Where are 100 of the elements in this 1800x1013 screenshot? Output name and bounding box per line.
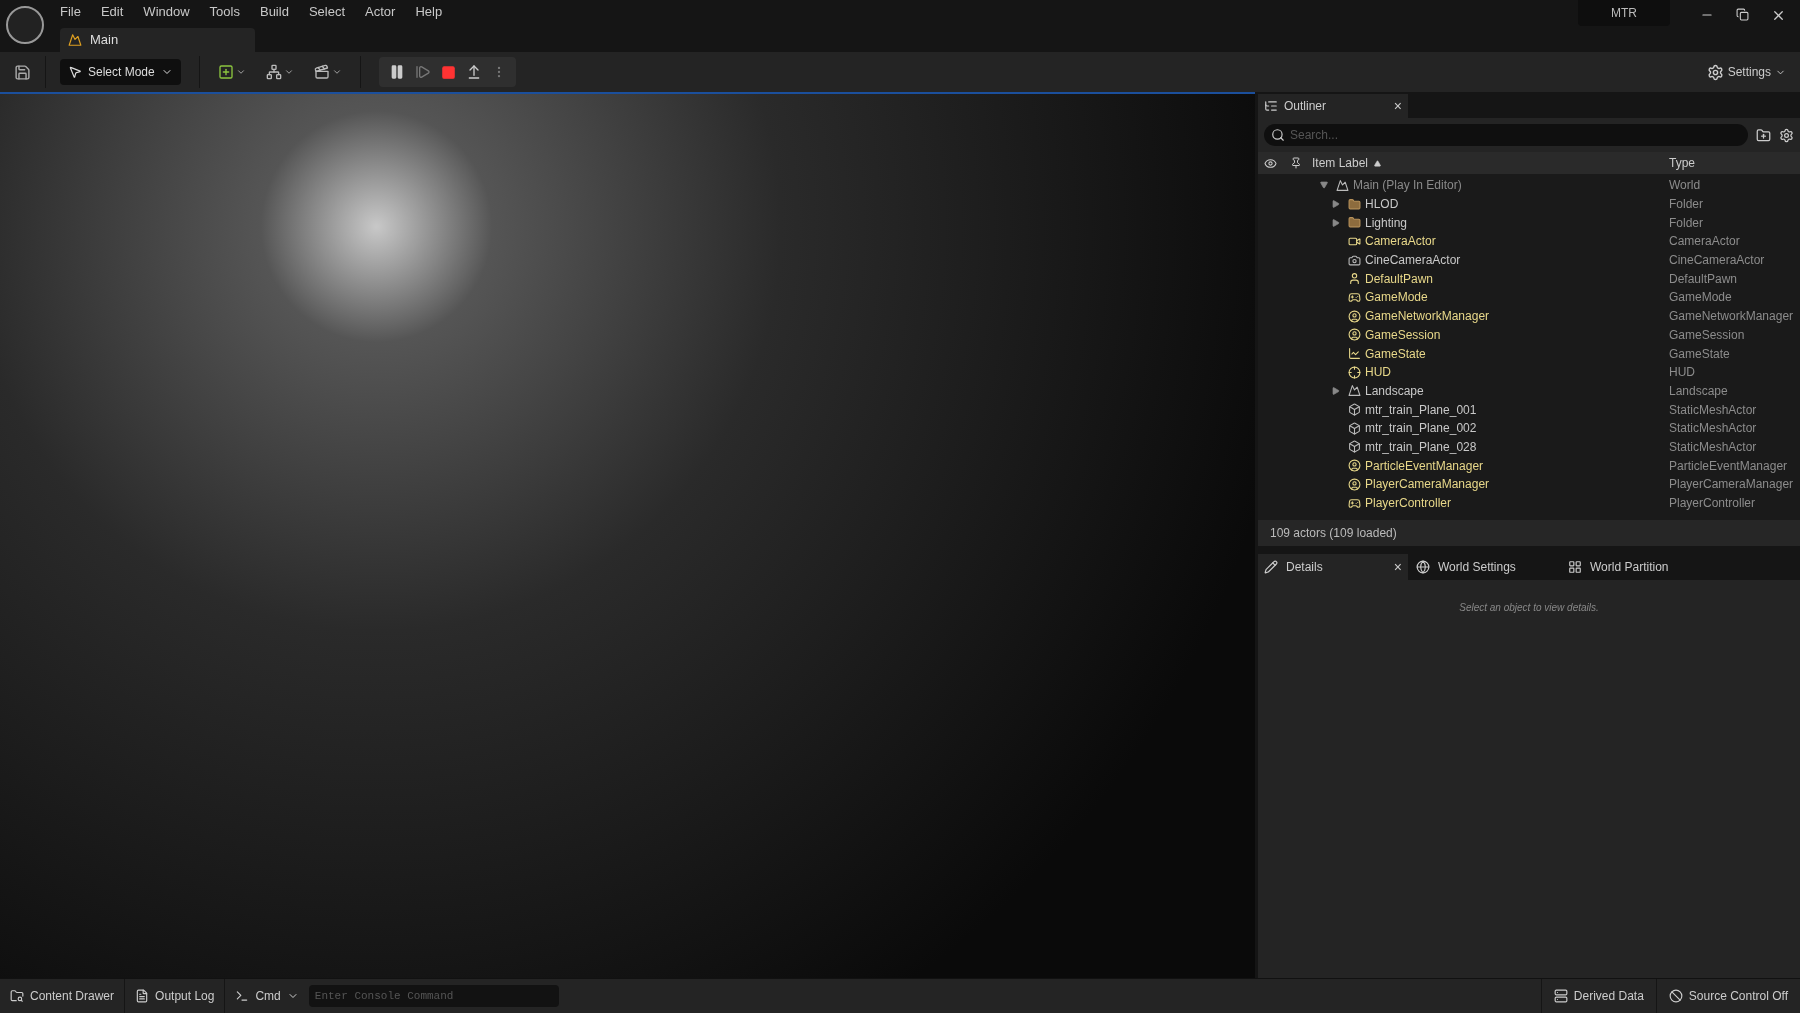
search-icon: [1271, 128, 1285, 142]
level-tab[interactable]: Main: [60, 28, 255, 52]
actor-info-icon: [1348, 309, 1361, 323]
menu-item[interactable]: File: [50, 2, 91, 22]
outliner-item-label[interactable]: GameSession: [1365, 325, 1441, 344]
menu-item[interactable]: Window: [133, 2, 200, 22]
outliner-item-label[interactable]: PlayerController: [1365, 494, 1452, 513]
outliner-tab[interactable]: Outliner ×: [1258, 94, 1408, 118]
globe-icon: [1416, 560, 1430, 574]
step-icon[interactable]: [414, 64, 431, 80]
outliner-item-label[interactable]: mtr_train_Plane_001: [1365, 400, 1477, 419]
settings-dropdown[interactable]: Settings: [1706, 63, 1786, 81]
pin-icon[interactable]: [1289, 157, 1302, 169]
panel-tab[interactable]: Details ×: [1258, 554, 1408, 580]
type-cell-text: GameState: [1668, 345, 1730, 363]
outliner-item-label[interactable]: mtr_train_Plane_028: [1365, 437, 1477, 456]
derived-data-button[interactable]: Derived Data: [1540, 979, 1656, 1013]
outliner-item-label[interactable]: HUD: [1365, 363, 1391, 382]
menu-item[interactable]: Edit: [90, 2, 134, 22]
type-cell-text: GameMode: [1668, 289, 1732, 307]
outliner-item-label[interactable]: Lighting: [1365, 213, 1408, 232]
menu-item[interactable]: Tools: [199, 2, 250, 22]
add-actor-dropdown[interactable]: [217, 64, 246, 80]
select-mode-dropdown[interactable]: Select Mode: [60, 59, 181, 85]
source-control-button[interactable]: Source Control Off: [1655, 979, 1800, 1013]
cinematics-dropdown[interactable]: [313, 64, 342, 80]
type-cell-text: HUD: [1668, 364, 1695, 382]
caret-icon: [235, 67, 246, 77]
caret-icon: [331, 67, 342, 77]
actor-info-icon: [1348, 328, 1361, 342]
expand-arrow-icon[interactable]: [1332, 218, 1340, 227]
menu-item[interactable]: Actor: [355, 2, 406, 22]
outliner-item-label[interactable]: GameMode: [1365, 288, 1428, 307]
empty-details-message: Select an object to view details.: [1459, 601, 1599, 614]
landscape-icon: [1336, 178, 1349, 192]
cube-icon: [1348, 403, 1361, 417]
type-cell-text: Folder: [1668, 214, 1703, 232]
visibility-icon[interactable]: [1264, 156, 1277, 170]
folder-icon: [1348, 197, 1361, 211]
close-icon[interactable]: [1771, 8, 1786, 23]
save-icon[interactable]: [14, 63, 31, 81]
column-header[interactable]: Item Label: [1308, 154, 1663, 172]
outliner-item-label[interactable]: Main (Play In Editor): [1353, 176, 1462, 195]
outliner-item-label[interactable]: CineCameraActor: [1365, 251, 1461, 270]
type-cell-text: PlayerController: [1668, 495, 1756, 513]
type-cell-text: CineCameraActor: [1668, 252, 1765, 270]
expand-arrow-icon[interactable]: [1332, 200, 1340, 209]
type-cell-text: DefaultPawn: [1668, 270, 1738, 288]
gamepad-icon: [1348, 496, 1361, 510]
restore-icon[interactable]: [1736, 8, 1749, 21]
movie-camera-icon: [1348, 253, 1361, 267]
outliner-item-label[interactable]: CameraActor: [1365, 232, 1436, 251]
type-cell-text: CameraActor: [1668, 233, 1740, 251]
cmd-dropdown[interactable]: Cmd: [225, 979, 309, 1013]
outliner-item-label[interactable]: Landscape: [1365, 381, 1424, 400]
actor-count: 109 actors (109 loaded): [1258, 520, 1800, 546]
engine-logo: [6, 6, 44, 44]
expand-arrow-icon[interactable]: [1332, 386, 1340, 395]
chart-icon: [1348, 347, 1361, 361]
cube-icon: [1348, 421, 1361, 435]
content-drawer-button[interactable]: Content Drawer: [0, 979, 126, 1013]
outliner-item-label[interactable]: mtr_train_Plane_002: [1365, 419, 1477, 438]
terminal-icon: [235, 989, 250, 1003]
node-graph-icon: [265, 64, 282, 80]
sort-arrow-icon: [1374, 159, 1382, 167]
caret-icon: [283, 67, 294, 77]
outliner-item-label[interactable]: ParticleEventManager: [1365, 456, 1484, 475]
type-cell-text: StaticMeshActor: [1668, 420, 1757, 438]
cursor-icon: [68, 65, 82, 79]
plus-icon: [217, 64, 234, 80]
prohibited-icon: [1668, 989, 1683, 1003]
type-cell-text: StaticMeshActor: [1668, 438, 1757, 456]
stop-icon[interactable]: [440, 64, 456, 80]
settings-icon[interactable]: [1779, 127, 1794, 143]
clapperboard-icon: [313, 64, 330, 80]
outliner-item-label[interactable]: DefaultPawn: [1365, 269, 1434, 288]
console-input[interactable]: Enter Console Command: [308, 985, 559, 1007]
type-cell-text: GameNetworkManager: [1668, 308, 1794, 326]
pawn-icon: [1348, 272, 1361, 286]
outliner-item-label[interactable]: GameNetworkManager: [1365, 307, 1490, 326]
mountain-icon: [1348, 384, 1361, 398]
grid-icon: [1568, 560, 1582, 574]
blueprint-dropdown[interactable]: [265, 64, 294, 80]
output-log-button[interactable]: Output Log: [125, 979, 226, 1013]
project-name: MTR: [1578, 0, 1670, 26]
new-folder-icon[interactable]: [1756, 127, 1771, 143]
log-file-icon: [135, 989, 150, 1003]
list-icon: [1264, 99, 1278, 113]
collapse-arrow-icon[interactable]: [1320, 181, 1328, 190]
outliner-item-label[interactable]: HLOD: [1365, 195, 1399, 214]
menu-item[interactable]: Help: [405, 2, 453, 22]
search-field[interactable]: Search...: [1264, 124, 1748, 146]
menu-item[interactable]: Select: [298, 2, 356, 22]
type-cell-text: GameSession: [1668, 326, 1745, 344]
outliner-item-label[interactable]: PlayerCameraManager: [1365, 475, 1490, 494]
outliner-item-label[interactable]: GameState: [1365, 344, 1426, 363]
type-cell-text: PlayerCameraManager: [1668, 476, 1794, 494]
target-icon: [1348, 365, 1361, 379]
menu-item[interactable]: Build: [249, 2, 299, 22]
column-header[interactable]: Type: [1663, 154, 1701, 172]
